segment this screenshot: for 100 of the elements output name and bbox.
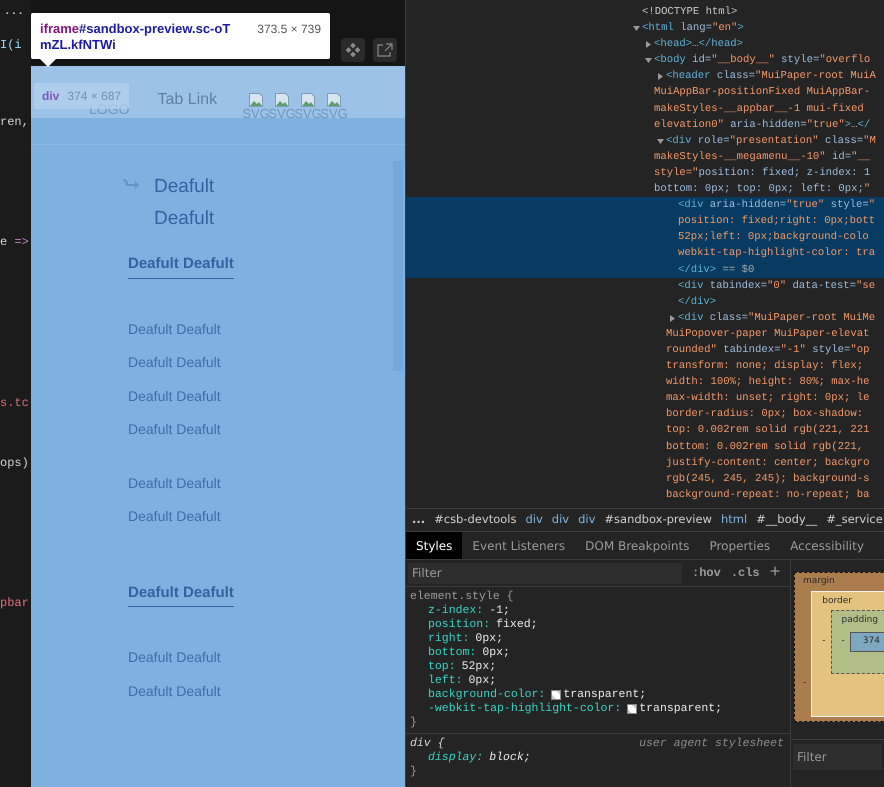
dom-line[interactable]: max-width: unset; right: 0px; le (406, 390, 884, 406)
dom-line[interactable]: transform: none; display: flex; (406, 358, 884, 374)
arrow-icon (122, 177, 140, 189)
property-value: -1; (489, 604, 510, 618)
filter-field[interactable]: Filter (408, 562, 682, 584)
property-name: left: (428, 674, 463, 688)
external-link-icon (377, 43, 393, 57)
property-value: 0px; (468, 674, 496, 688)
panel-tab[interactable]: Accessibility (780, 532, 874, 559)
toolbar-button[interactable]: .cls (730, 564, 760, 582)
broken-image-icon (275, 93, 290, 107)
dom-line[interactable]: makeStyles-__megamenu__-10" id="__ (406, 148, 884, 165)
breadcrumb-item[interactable]: div (552, 511, 570, 529)
expand-arrow-icon[interactable] (645, 41, 652, 48)
code-line: ops) (0, 454, 30, 472)
margin-label: margin (803, 575, 836, 588)
border-left-value: - (822, 635, 826, 648)
dom-line[interactable]: <body id="__body__" style="overflo (406, 52, 884, 68)
element-selector: iframe#sandbox-preview.sc-oTmZL.kfNTWi (40, 21, 232, 53)
dom-line[interactable]: <div role="presentation" class="M (406, 132, 884, 149)
dom-line[interactable]: top: 0.002rem solid rgb(221, 221 (406, 422, 884, 439)
property-name: bottom: (428, 646, 476, 660)
breadcrumb-item[interactable]: div (525, 511, 543, 529)
code-line: s.tc (0, 394, 30, 412)
property-name: position: (428, 618, 490, 632)
broken-image-icon (249, 93, 264, 107)
rule-source: user agent stylesheet (639, 737, 784, 751)
dom-line[interactable]: bottom: 0px; top: 0px; left: 0px;" (406, 181, 884, 198)
breadcrumb-item[interactable]: #_service (826, 511, 883, 529)
element-size: 374 × 687 (67, 88, 122, 104)
color-swatch[interactable] (551, 690, 562, 700)
breadcrumb-item[interactable]: #__body__ (756, 511, 818, 529)
expand-arrow-icon[interactable] (657, 138, 664, 145)
dom-line[interactable]: rgb(245, 245, 245); background-s (406, 470, 884, 487)
dom-line[interactable]: style="position: fixed; z-index: 1 (406, 164, 884, 182)
code-line: ren, (0, 114, 30, 130)
dom-line[interactable]: justify-content: center; backgro (406, 454, 884, 471)
property-name: background-color: (428, 688, 546, 702)
expand-arrow-icon[interactable] (669, 314, 676, 322)
property-value: transparent; (563, 688, 646, 702)
dom-line[interactable]: width: 100%; height: 80%; max-he (406, 374, 884, 390)
dom-line[interactable]: <div class="MuiPaper-root MuiMe (406, 310, 884, 326)
panel-tab[interactable]: DOM Breakpoints (575, 532, 700, 559)
code-line: e => (0, 234, 30, 250)
breadcrumb-item[interactable]: #csb-devtools (434, 511, 516, 529)
property-value: transparent; (639, 702, 722, 716)
dom-line[interactable]: <div tabindex="0" data-test="se (406, 278, 884, 294)
margin-left-value: - (803, 676, 806, 690)
dom-line[interactable]: <header class="MuiPaper-root MuiA (406, 68, 884, 84)
dom-line[interactable]: bottom: 0.002rem solid rgb(221, (406, 438, 884, 455)
breadcrumb-item[interactable]: div (578, 511, 596, 529)
more-button[interactable]: ... (4, 4, 26, 20)
property-value: 0px; (475, 632, 504, 646)
border-label: border (822, 596, 852, 606)
property-value: block; (489, 751, 531, 765)
dom-line[interactable]: <!DOCTYPE html> (406, 4, 884, 20)
dom-line[interactable]: border-radius: 0px; box-shadow: (406, 406, 884, 422)
element-tag: div (42, 87, 60, 105)
computed-filter-field[interactable]: Filter (793, 744, 882, 770)
code-line: pbar (0, 594, 30, 612)
expand-arrow-icon[interactable] (645, 57, 652, 64)
breadcrumb-item[interactable]: ... (412, 511, 426, 529)
dom-line[interactable]: makeStyles-__appbar__-1 mui-fixed (406, 100, 884, 117)
diamonds-icon (346, 43, 360, 57)
rule-selector: element.style { (410, 590, 514, 604)
open-in-new-window-button[interactable] (373, 38, 397, 62)
dom-line[interactable]: MuiPopover-paper MuiPaper-elevat (406, 326, 884, 342)
panel-tab[interactable]: Event Listeners (462, 532, 576, 559)
rule-brace: } (410, 765, 418, 779)
panel-tab[interactable]: Styles (406, 532, 462, 559)
color-swatch[interactable] (627, 704, 638, 714)
padding-label: padding (842, 615, 878, 625)
menu-title: Deafult Deafult (154, 175, 216, 231)
rule-brace: } (410, 716, 418, 730)
property-name: right: (428, 632, 470, 646)
expand-arrow-icon[interactable] (633, 25, 640, 32)
dom-line[interactable]: background-repeat: no-repeat; ba (406, 486, 884, 503)
broken-image-icon (327, 93, 342, 107)
toolbar-button[interactable]: :hov (692, 564, 721, 582)
dom-line[interactable]: elevation0" aria-hidden="true">…</ (406, 116, 884, 133)
property-value: fixed; (496, 618, 538, 632)
breadcrumb-item[interactable]: html (720, 511, 748, 529)
element-size: 373.5 × 739 (257, 21, 321, 37)
move-button[interactable] (341, 38, 365, 62)
dom-line[interactable]: </div> (406, 294, 884, 310)
dom-line[interactable]: <html lang="en"> (406, 20, 884, 36)
content-size: 374 (862, 634, 880, 648)
toolbar-button[interactable]: + (770, 564, 780, 582)
expand-arrow-icon[interactable] (657, 73, 664, 80)
dom-line[interactable]: MuiAppBar-positionFixed MuiAppBar- (406, 84, 884, 101)
code-line: I(i (0, 36, 23, 54)
dom-line[interactable]: <head>…</head> (406, 36, 884, 52)
breadcrumb-item[interactable]: #sandbox-preview (604, 511, 712, 529)
panel-tab[interactable]: Properties (699, 532, 780, 559)
property-value: 0px; (482, 646, 510, 660)
padding-left-value: - (842, 634, 845, 648)
dom-line[interactable]: rounded" tabindex="-1" style="op (406, 342, 884, 358)
property-name: top: (428, 660, 456, 674)
rule-selector: div { (410, 737, 445, 751)
property-name: z-index: (428, 604, 484, 618)
